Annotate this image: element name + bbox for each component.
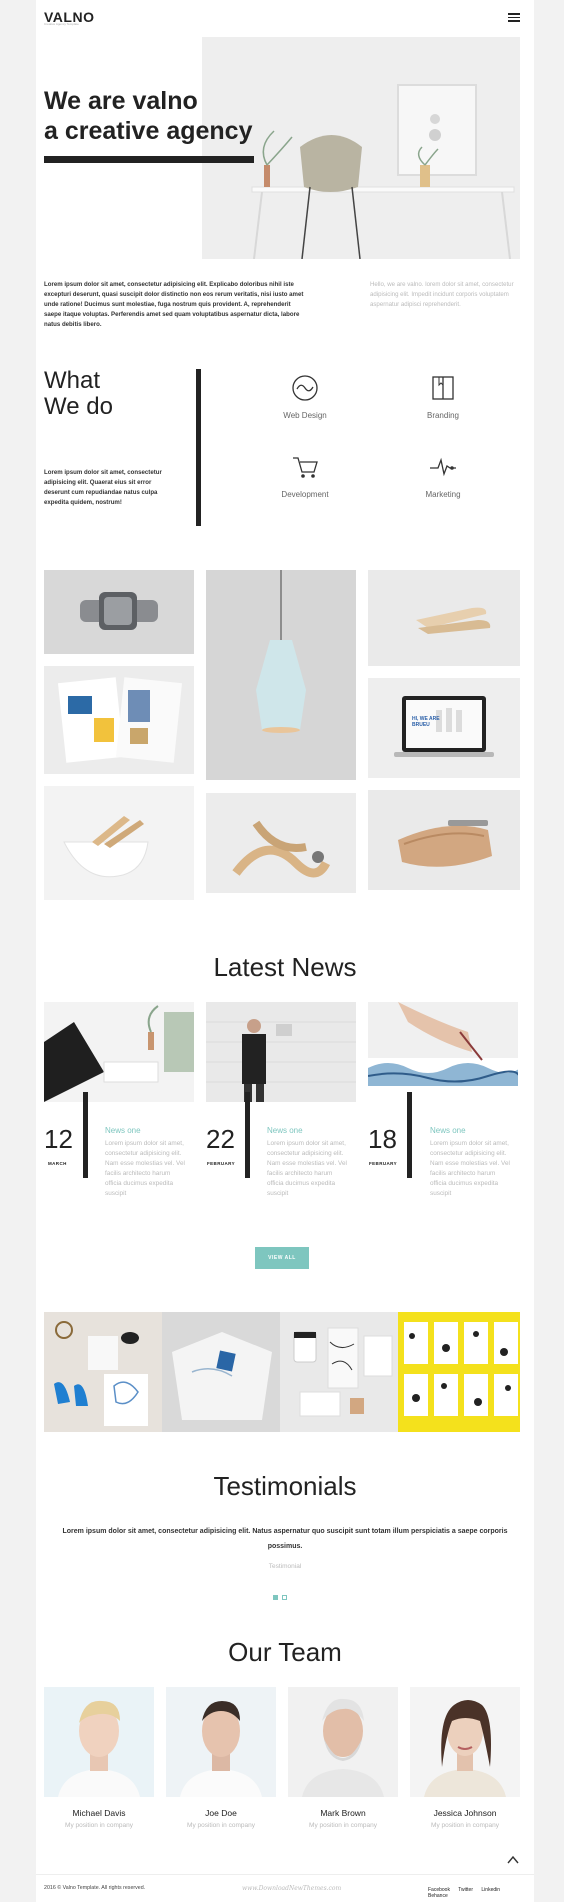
- portfolio-item-magazine[interactable]: [44, 666, 194, 774]
- news-day: 12: [44, 1124, 73, 1154]
- pagination-dot[interactable]: [282, 1595, 287, 1600]
- strip-image-1[interactable]: [44, 1312, 162, 1432]
- service-development[interactable]: Development: [250, 452, 360, 499]
- team-member-name: Michael Davis: [72, 1808, 126, 1818]
- news-heading[interactable]: News one: [267, 1126, 303, 1135]
- news-image-3[interactable]: [368, 1002, 518, 1102]
- hero-title-line-2: a creative agency: [44, 117, 253, 145]
- hero-title-line-1: We are valno: [44, 87, 198, 115]
- testimonials-title: Testimonials: [213, 1471, 357, 1501]
- news-heading[interactable]: News one: [430, 1126, 466, 1135]
- what-we-do-divider: [196, 369, 201, 526]
- news-month: FEBRUARY: [207, 1161, 236, 1166]
- news-month: MARCH: [48, 1161, 67, 1166]
- what-we-do-text: Lorem ipsum dolor sit amet, consectetur …: [44, 469, 162, 506]
- news-excerpt: Lorem ipsum dolor sit amet, consectetur …: [267, 1140, 347, 1197]
- service-label: Marketing: [425, 490, 461, 499]
- hero-side-text: Hello, we are valno. lorem dolor sit ame…: [370, 281, 514, 308]
- footer-link-twitter[interactable]: Twitter: [458, 1887, 473, 1893]
- testimonial-pagination: [273, 1587, 291, 1605]
- service-label: Development: [281, 490, 329, 499]
- latest-news-title: Latest News: [213, 952, 357, 982]
- news-image-2[interactable]: [206, 1002, 356, 1102]
- footer-link-linkedin[interactable]: Linkedin: [481, 1887, 500, 1893]
- team-member-position: My position in company: [187, 1822, 255, 1829]
- cart-icon: [290, 452, 320, 482]
- hero-intro-text: Lorem ipsum dolor sit amet, consectetur …: [44, 281, 304, 328]
- service-branding[interactable]: Branding: [388, 373, 498, 420]
- view-all-button[interactable]: VIEW ALL: [255, 1247, 309, 1269]
- what-we-do-title: What We do: [44, 368, 113, 420]
- news-divider: [83, 1092, 88, 1178]
- portfolio-item-wood-stand[interactable]: [368, 790, 520, 890]
- news-excerpt: Lorem ipsum dolor sit amet, consectetur …: [430, 1140, 510, 1197]
- footer-social-links: Facebook Twitter Linkedin Behance: [428, 1887, 534, 1899]
- team-member-name: Joe Doe: [205, 1808, 237, 1818]
- news-divider: [407, 1092, 412, 1178]
- footer-link-behance[interactable]: Behance: [428, 1893, 448, 1899]
- news-image-1[interactable]: [44, 1002, 194, 1102]
- news-divider: [245, 1092, 250, 1178]
- logo-tagline: Creative Agency Template: [44, 22, 79, 26]
- strip-image-2[interactable]: [162, 1312, 280, 1432]
- team-photo-3[interactable]: [288, 1687, 398, 1797]
- hamburger-menu-icon[interactable]: [508, 13, 520, 22]
- wave-circle-icon: [290, 373, 320, 403]
- svg-text:BRUEU: BRUEU: [412, 722, 430, 728]
- team-photo-4[interactable]: [410, 1687, 520, 1797]
- footer: 2016 © Valno Template. All rights reserv…: [36, 1874, 534, 1902]
- testimonial-author: Testimonial: [268, 1563, 302, 1570]
- service-web-design[interactable]: Web Design: [250, 373, 360, 420]
- service-marketing[interactable]: Marketing: [388, 452, 498, 499]
- portfolio-item-wood-chair[interactable]: [206, 793, 356, 893]
- team-member-position: My position in company: [65, 1822, 133, 1829]
- news-day: 22: [206, 1124, 235, 1154]
- team-member-position: My position in company: [431, 1822, 499, 1829]
- chevron-up-icon[interactable]: [506, 1852, 520, 1864]
- news-heading[interactable]: News one: [105, 1126, 141, 1135]
- page: VALNO Creative Agency Template We are va…: [36, 0, 534, 1902]
- team-photo-2[interactable]: [166, 1687, 276, 1797]
- what-we-do-title-line-1: What: [44, 367, 101, 394]
- news-day: 18: [368, 1124, 397, 1154]
- hero-title: We are valno a creative agency: [44, 86, 252, 146]
- footer-copyright: 2016 © Valno Template. All rights reserv…: [44, 1885, 146, 1891]
- news-excerpt: Lorem ipsum dolor sit amet, consectetur …: [105, 1140, 185, 1197]
- service-label: Branding: [426, 411, 460, 420]
- team-photo-1[interactable]: [44, 1687, 154, 1797]
- news-month: FEBRUARY: [369, 1161, 398, 1166]
- book-icon: [428, 373, 458, 403]
- portfolio-item-watch[interactable]: [44, 570, 194, 654]
- service-label: Web Design: [283, 411, 327, 420]
- portfolio-item-laptop[interactable]: HI, WE ARE BRUEU: [368, 678, 520, 778]
- strip-image-3[interactable]: [280, 1312, 398, 1432]
- footer-watermark: www.DownloadNewThemes.com: [242, 1885, 342, 1892]
- hero-accent-bar: [44, 156, 254, 163]
- portfolio-item-spoons[interactable]: [368, 570, 520, 666]
- hero-image: [202, 37, 520, 259]
- our-team-title: Our Team: [228, 1637, 342, 1667]
- what-we-do-title-line-2: We do: [44, 393, 113, 420]
- testimonial-quote: Lorem ipsum dolor sit amet, consectetur …: [62, 1528, 508, 1550]
- portfolio-item-lamp[interactable]: [206, 570, 356, 780]
- pulse-icon: [428, 452, 458, 482]
- team-member-name: Mark Brown: [320, 1808, 366, 1818]
- pagination-dot-active[interactable]: [273, 1595, 278, 1600]
- strip-image-4[interactable]: [398, 1312, 520, 1432]
- team-member-position: My position in company: [309, 1822, 377, 1829]
- portfolio-item-bowl[interactable]: [44, 786, 194, 900]
- team-member-name: Jessica Johnson: [433, 1808, 497, 1818]
